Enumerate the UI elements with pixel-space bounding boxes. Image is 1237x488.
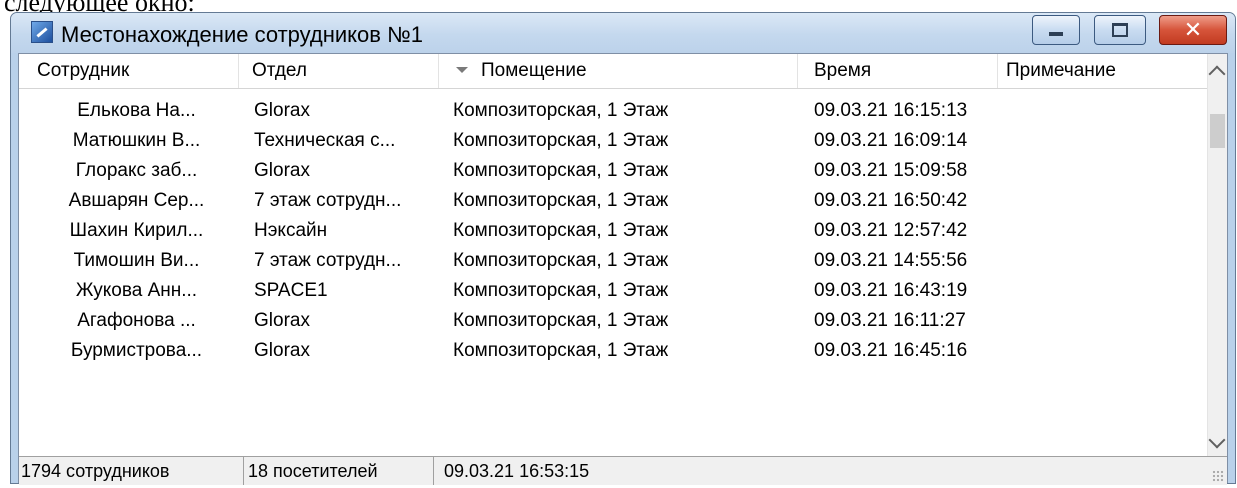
cell-room: Композиторская, 1 Этаж: [453, 310, 669, 331]
close-button[interactable]: ✕: [1159, 15, 1227, 45]
cell-time: 09.03.21 12:57:42: [814, 220, 968, 241]
cell-department: Glorax: [254, 310, 310, 331]
maximize-icon: [1112, 23, 1128, 37]
table-row[interactable]: Агафонова ... Glorax Композиторская, 1 Э…: [19, 306, 1209, 336]
cell-room: Композиторская, 1 Этаж: [453, 100, 669, 121]
cell-department: 7 этаж сотрудн...: [254, 250, 402, 271]
cell-department: Glorax: [254, 340, 310, 361]
cell-department: Техническая с...: [254, 130, 396, 151]
cell-department: Glorax: [254, 100, 310, 121]
cell-note: [1006, 186, 1196, 216]
cell-note: [1006, 306, 1196, 336]
table-row[interactable]: Шахин Кирил... Нэксайн Композиторская, 1…: [19, 216, 1209, 246]
cell-employee: Матюшкин В...: [72, 130, 201, 151]
maximize-button[interactable]: [1094, 15, 1146, 45]
cell-time: 09.03.21 14:55:56: [814, 250, 968, 271]
cell-note: [1006, 156, 1196, 186]
status-bar: 1794 сотрудников 18 посетителей 09.03.21…: [19, 456, 1227, 485]
cell-department: Нэксайн: [254, 220, 328, 241]
cell-department: Glorax: [254, 160, 310, 181]
cell-employee: Шахин Кирил...: [69, 220, 204, 241]
list-rows: Елькова На... Glorax Композиторская, 1 Э…: [19, 96, 1209, 366]
app-icon: [31, 21, 53, 43]
column-header-department[interactable]: Отдел: [239, 54, 439, 88]
cell-employee: Авшарян Сер...: [68, 190, 205, 211]
cell-time: 09.03.21 16:09:14: [814, 130, 968, 151]
resize-grip-icon[interactable]: [1212, 470, 1224, 482]
cell-note: [1006, 126, 1196, 156]
cell-note: [1006, 276, 1196, 306]
cell-room: Композиторская, 1 Этаж: [453, 160, 669, 181]
column-header-room[interactable]: Помещение: [439, 54, 798, 88]
close-icon: ✕: [1183, 17, 1203, 42]
cell-time: 09.03.21 16:11:27: [814, 310, 966, 331]
column-header-employee[interactable]: Сотрудник: [19, 54, 239, 88]
cell-room: Композиторская, 1 Этаж: [453, 220, 669, 241]
cell-note: [1006, 96, 1196, 126]
status-employee-count: 1794 сотрудников: [19, 457, 244, 485]
table-row[interactable]: Елькова На... Glorax Композиторская, 1 Э…: [19, 96, 1209, 126]
table-row[interactable]: Тимошин Ви... 7 этаж сотрудн... Композит…: [19, 246, 1209, 276]
scrollbar-thumb[interactable]: [1210, 114, 1225, 148]
cell-department: 7 этаж сотрудн...: [254, 190, 402, 211]
cell-employee: Агафонова ...: [77, 310, 196, 331]
cell-room: Композиторская, 1 Этаж: [453, 280, 669, 301]
column-header-time[interactable]: Время: [798, 54, 998, 88]
employee-location-window: Местонахождение сотрудников №1 ✕ Сотрудн…: [10, 12, 1236, 485]
cell-employee: Жукова Анн...: [75, 280, 198, 301]
cell-room: Композиторская, 1 Этаж: [453, 250, 669, 271]
table-row[interactable]: Авшарян Сер... 7 этаж сотрудн... Компози…: [19, 186, 1209, 216]
sort-descending-icon: [456, 67, 468, 73]
cell-note: [1006, 216, 1196, 246]
cell-department: SPACE1: [254, 280, 328, 301]
cell-time: 09.03.21 16:43:19: [814, 280, 968, 301]
status-datetime: 09.03.21 16:53:15: [444, 461, 590, 481]
minimize-button[interactable]: [1032, 15, 1080, 45]
table-row[interactable]: Бурмистрова... Glorax Композиторская, 1 …: [19, 336, 1209, 366]
list-view: Сотрудник Отдел Помещение Время Примечан…: [18, 53, 1228, 485]
cell-employee: Глоракс заб...: [75, 160, 198, 181]
cell-note: [1006, 246, 1196, 276]
cell-time: 09.03.21 16:45:16: [814, 340, 968, 361]
window-title: Местонахождение сотрудников №1: [61, 22, 423, 47]
cell-employee: Тимошин Ви...: [73, 250, 200, 271]
cell-employee: Бурмистрова...: [70, 340, 203, 361]
column-header-note[interactable]: Примечание: [998, 54, 1198, 88]
cell-time: 09.03.21 16:50:42: [814, 190, 968, 211]
cell-time: 09.03.21 16:15:13: [814, 100, 968, 121]
cell-employee: Елькова На...: [77, 100, 196, 121]
title-bar[interactable]: Местонахождение сотрудников №1 ✕: [11, 13, 1235, 53]
scroll-up-icon[interactable]: [1208, 65, 1226, 83]
table-row[interactable]: Глоракс заб... Glorax Композиторская, 1 …: [19, 156, 1209, 186]
scroll-down-icon[interactable]: [1208, 431, 1226, 449]
cell-note: [1006, 336, 1196, 366]
cell-room: Композиторская, 1 Этаж: [453, 190, 669, 211]
minimize-icon: [1049, 32, 1063, 36]
table-row[interactable]: Жукова Анн... SPACE1 Композиторская, 1 Э…: [19, 276, 1209, 306]
cell-room: Композиторская, 1 Этаж: [453, 130, 669, 151]
cell-room: Композиторская, 1 Этаж: [453, 340, 669, 361]
table-row[interactable]: Матюшкин В... Техническая с... Композито…: [19, 126, 1209, 156]
status-visitor-count: 18 посетителей: [244, 457, 434, 485]
vertical-scrollbar[interactable]: [1207, 54, 1227, 456]
cell-time: 09.03.21 15:09:58: [814, 160, 968, 181]
list-header: Сотрудник Отдел Помещение Время Примечан…: [19, 54, 1209, 89]
